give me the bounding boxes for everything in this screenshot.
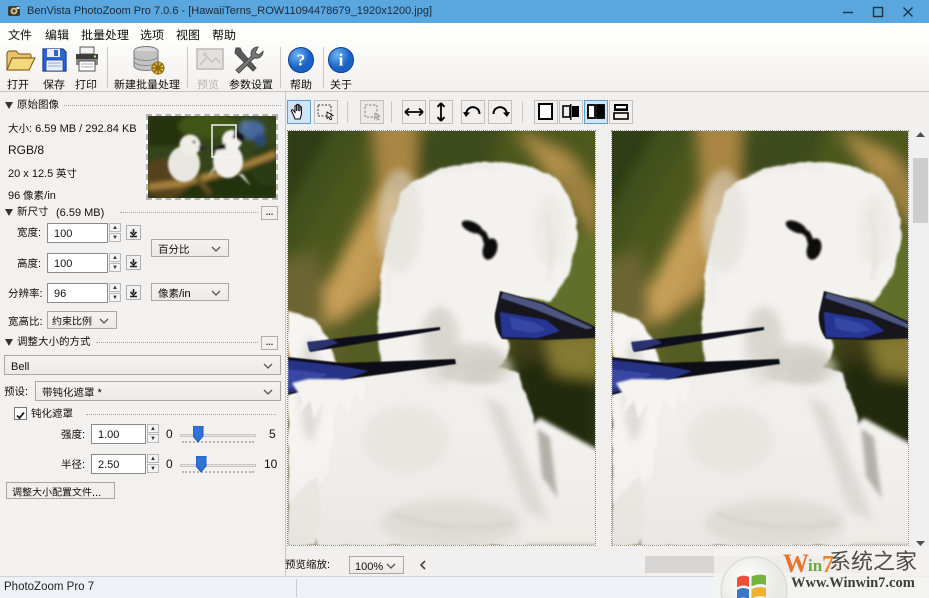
svg-text:i: i: [339, 51, 344, 70]
svg-text:W: W: [783, 549, 809, 578]
svg-text:?: ?: [297, 51, 306, 70]
svg-text:in: in: [808, 556, 823, 575]
